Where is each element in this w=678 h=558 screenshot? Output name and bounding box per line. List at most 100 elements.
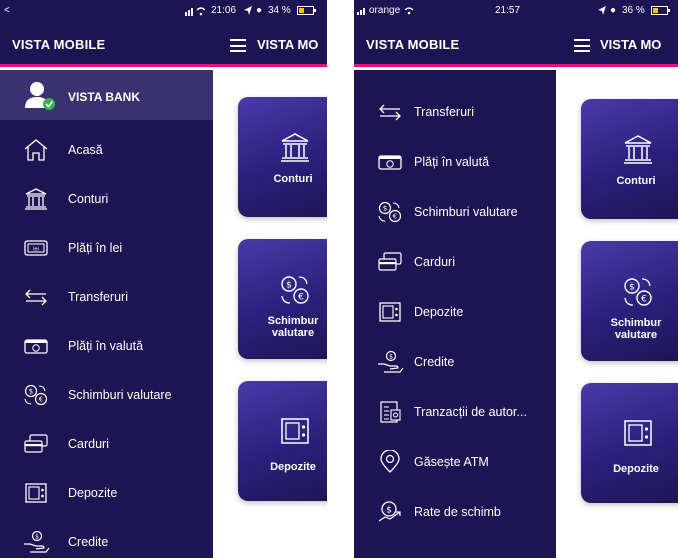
status-time: 21:57 [495,5,521,16]
menu-item-carduri[interactable]: Carduri [0,424,213,464]
menu-item-plati-in-valuta[interactable]: Plăți în valută [354,142,556,182]
hamburger-menu-icon[interactable] [230,39,246,52]
currency-exchange-icon: $€ [624,278,652,306]
tile-conturi[interactable]: Conturi [581,99,678,219]
alarm-indicator: ● [256,5,263,16]
menu-item-schimburi-valutare[interactable]: $ € Schimburi valutare [354,192,556,232]
tile-label: Conturi [273,173,313,185]
navigation-drawer: VISTA BANK Acasă Conturi lei Plăți în le… [0,70,213,558]
svg-text:€: € [298,293,304,303]
menu-item-label: Credite [414,355,455,369]
menu-item-label: Depozite [414,305,464,319]
status-time: 21:06 [211,5,237,16]
drawer-profile-header[interactable]: VISTA BANK [0,70,213,120]
menu-item-credite[interactable]: $ Credite [354,342,556,382]
hamburger-menu-icon[interactable] [574,39,590,52]
svg-text:$: $ [389,354,393,361]
menu-item-label: Plăți în valută [68,339,144,353]
tile-label-line2: valutare [271,327,315,339]
svg-text:$: $ [629,283,635,293]
drawer-brand-title: VISTA MOBILE [366,37,460,52]
menu-item-label: Rate de schimb [414,505,501,519]
tile-schimburi-valutare[interactable]: $ € Schimbur valutare [238,239,327,359]
menu-item-transferuri[interactable]: Transferuri [354,92,556,132]
menu-item-label: Conturi [68,192,109,206]
alarm-indicator: ● [610,5,617,16]
menu-item-label: Acasă [68,143,103,157]
exchange-rate-icon: $ [378,501,401,522]
menu-item-schimburi-valutare[interactable]: $ € Schimburi valutare [0,375,213,415]
menu-item-label: Plăți în lei [68,241,123,255]
battery-icon [297,6,316,15]
transactions-icon [380,401,401,423]
tile-depozite[interactable]: Depozite [581,383,678,503]
menu-item-depozite[interactable]: Depozite [0,473,213,513]
menu-item-acasa[interactable]: Acasă [0,130,213,170]
menu-item-label: Transferuri [68,290,128,304]
carrier-name: orange [369,5,401,16]
app-title: VISTA MO [257,37,319,52]
bank-icon [624,135,652,164]
menu-item-transferuri[interactable]: Transferuri [0,277,213,317]
safe-icon [281,418,309,444]
drawer-header-label: VISTA BANK [68,90,140,104]
svg-text:€: € [39,396,43,404]
tile-depozite[interactable]: Depozite [238,381,327,501]
user-verified-icon [25,82,55,110]
svg-text:€: € [641,295,647,305]
menu-item-label: Schimburi valutare [414,205,518,219]
signal-icon [357,8,365,15]
tile-label-line1: Schimbur [267,315,319,327]
menu-item-depozite[interactable]: Depozite [354,292,556,332]
safe-icon [379,302,401,322]
dashboard-content: Conturi $ € Schimbur valutare Depozite [556,70,678,558]
location-icon [244,6,252,15]
menu-item-label: Credite [68,535,109,549]
tile-label-line1: Schimbur [610,317,662,329]
drawer-brand-title: VISTA MOBILE [12,37,106,52]
menu-item-label: Tranzacții de autor... [414,405,527,419]
location-pin-icon [380,450,400,473]
menu-item-plati-in-valuta[interactable]: Plăți în valută [0,326,213,366]
foreign-payment-icon [378,155,402,170]
menu-item-plati-in-lei[interactable]: lei Plăți în lei [0,228,213,268]
currency-exchange-icon: $€ [24,384,48,406]
navigation-drawer: Transferuri Plăți în valută $ € Schimburi… [354,70,556,558]
tile-label: Depozite [270,461,316,473]
transfer-arrows-icon [379,104,401,121]
tile-schimburi-valutare[interactable]: $ € Schimbur valutare [581,241,678,361]
status-bar: orange 21:57 ● 36 % [354,0,678,22]
svg-text:$: $ [35,534,39,541]
currency-exchange-icon: $€ [378,201,402,223]
safe-icon [624,420,652,446]
home-icon [24,139,48,161]
signal-wifi-icon [185,7,205,16]
credit-hand-icon: $ [24,530,50,553]
foreign-payment-icon [24,339,48,354]
menu-item-tranzactii[interactable]: Tranzacții de autor... [354,392,556,432]
menu-item-credite[interactable]: $ Credite [0,522,213,558]
credit-hand-icon: $ [378,350,404,373]
menu-item-label: Carduri [414,255,455,269]
menu-item-label: Plăți în valută [414,155,490,169]
menu-item-gaseste-atm[interactable]: Găsește ATM [354,442,556,482]
app-title: VISTA MO [600,37,662,52]
top-bar: VISTA MOBILE VISTA MO [0,22,327,67]
menu-item-label: Schimburi valutare [68,388,172,402]
tile-label: Conturi [616,175,656,187]
battery-percent: 34 % [268,5,291,16]
wifi-icon [404,7,414,15]
svg-text:$: $ [383,205,387,213]
tile-conturi[interactable]: Conturi [238,97,327,217]
svg-text:€: € [393,213,397,221]
menu-item-label: Transferuri [414,105,474,119]
menu-item-carduri[interactable]: Carduri [354,242,556,282]
menu-item-conturi[interactable]: Conturi [0,179,213,219]
left-phone-screen: < 21:06 ● 34 % VISTA MOBILE VISTA MO VIS… [0,0,327,558]
svg-text:$: $ [286,281,292,291]
transfer-arrows-icon [25,289,47,306]
menu-item-rate-de-schimb[interactable]: $ Rate de schimb [354,492,556,532]
status-bar: < 21:06 ● 34 % [0,0,327,22]
dashboard-content: Conturi $ € Schimbur valutare Depozite [213,70,327,558]
back-indicator[interactable]: < [4,5,10,16]
